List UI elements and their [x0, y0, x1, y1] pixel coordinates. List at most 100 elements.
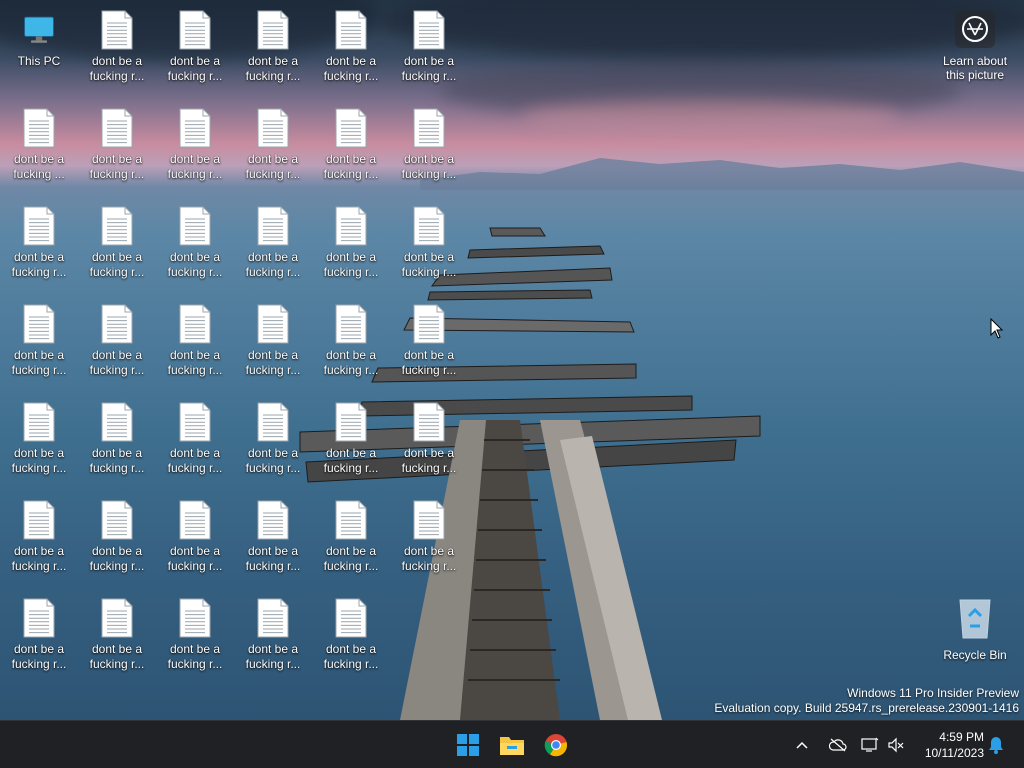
text-file-icon[interactable]: dont be a fucking r...	[392, 490, 466, 580]
text-file-icon[interactable]: dont be a fucking r...	[314, 0, 388, 90]
text-file-icon[interactable]: dont be a fucking ...	[2, 98, 76, 188]
document-icon	[413, 10, 445, 50]
text-file-icon[interactable]: dont be a fucking r...	[2, 490, 76, 580]
text-file-icon[interactable]: dont be a fucking r...	[158, 294, 232, 384]
text-file-icon[interactable]: dont be a fucking r...	[2, 196, 76, 286]
text-file-label: dont be a fucking r...	[323, 54, 379, 83]
text-file-icon[interactable]: dont be a fucking r...	[236, 98, 310, 188]
text-file-icon[interactable]: dont be a fucking r...	[392, 392, 466, 482]
document-icon	[23, 402, 55, 442]
document-icon	[257, 206, 289, 246]
text-file-label: dont be a fucking r...	[11, 544, 67, 573]
cloud-off-icon	[829, 738, 847, 752]
text-file-icon[interactable]: dont be a fucking r...	[2, 588, 76, 678]
document-icon	[335, 304, 367, 344]
document-icon	[413, 304, 445, 344]
text-file-icon[interactable]: dont be a fucking r...	[158, 392, 232, 482]
this-pc-icon[interactable]: This PC	[2, 0, 76, 90]
text-file-icon[interactable]: dont be a fucking r...	[80, 196, 154, 286]
document-icon	[179, 598, 211, 638]
text-file-icon[interactable]: dont be a fucking r...	[236, 196, 310, 286]
taskbar: 4:59 PM 10/11/2023	[0, 720, 1024, 768]
text-file-icon[interactable]: dont be a fucking r...	[80, 392, 154, 482]
chrome-button[interactable]	[540, 729, 572, 761]
bell-icon	[989, 737, 1003, 754]
text-file-label: dont be a fucking r...	[245, 642, 301, 671]
clock-time: 4:59 PM	[939, 730, 984, 744]
text-file-icon[interactable]: dont be a fucking r...	[314, 392, 388, 482]
text-file-icon[interactable]: dont be a fucking r...	[158, 98, 232, 188]
document-icon	[23, 598, 55, 638]
recycle-bin-icon	[959, 599, 991, 639]
text-file-icon[interactable]: dont be a fucking r...	[2, 294, 76, 384]
document-icon	[257, 500, 289, 540]
document-icon	[257, 10, 289, 50]
file-explorer-button[interactable]	[496, 729, 528, 761]
text-file-label: dont be a fucking r...	[89, 446, 145, 475]
text-file-icon[interactable]: dont be a fucking r...	[158, 490, 232, 580]
text-file-label: dont be a fucking r...	[89, 152, 145, 181]
text-file-label: dont be a fucking r...	[401, 54, 457, 83]
learn-about-picture-label: Learn about this picture	[942, 54, 1008, 82]
text-file-icon[interactable]: dont be a fucking r...	[80, 98, 154, 188]
document-icon	[335, 10, 367, 50]
document-icon	[335, 206, 367, 246]
text-file-icon[interactable]: dont be a fucking r...	[158, 196, 232, 286]
text-file-label: dont be a fucking r...	[11, 642, 67, 671]
start-button[interactable]	[452, 729, 484, 761]
learn-about-picture[interactable]: Learn about this picture	[940, 10, 1010, 82]
text-file-icon[interactable]: dont be a fucking r...	[80, 0, 154, 90]
text-file-icon[interactable]: dont be a fucking r...	[314, 196, 388, 286]
document-icon	[413, 108, 445, 148]
text-file-label: dont be a fucking r...	[89, 54, 145, 83]
text-file-label: dont be a fucking r...	[167, 544, 223, 573]
text-file-label: dont be a fucking r...	[245, 54, 301, 83]
text-file-icon[interactable]: dont be a fucking r...	[392, 294, 466, 384]
show-hidden-icons-button[interactable]	[790, 729, 814, 761]
document-icon	[101, 304, 133, 344]
clock[interactable]: 4:59 PM 10/11/2023	[925, 729, 984, 761]
text-file-label: dont be a fucking r...	[89, 642, 145, 671]
text-file-label: dont be a fucking r...	[167, 348, 223, 377]
text-file-icon[interactable]: dont be a fucking r...	[158, 588, 232, 678]
clock-date: 10/11/2023	[924, 746, 984, 760]
text-file-icon[interactable]: dont be a fucking r...	[392, 0, 466, 90]
text-file-icon[interactable]: dont be a fucking r...	[236, 294, 310, 384]
onedrive-button[interactable]	[826, 729, 850, 761]
text-file-icon[interactable]: dont be a fucking r...	[314, 588, 388, 678]
text-file-label: dont be a fucking r...	[323, 152, 379, 181]
recycle-bin[interactable]: Recycle Bin	[938, 596, 1012, 662]
text-file-icon[interactable]: dont be a fucking r...	[236, 392, 310, 482]
document-icon	[179, 500, 211, 540]
document-icon	[257, 108, 289, 148]
text-file-icon[interactable]: dont be a fucking r...	[236, 0, 310, 90]
text-file-icon[interactable]: dont be a fucking r...	[158, 0, 232, 90]
this-pc-label: This PC	[17, 54, 61, 68]
text-file-icon[interactable]: dont be a fucking r...	[392, 196, 466, 286]
network-button[interactable]	[858, 729, 882, 761]
text-file-label: dont be a fucking r...	[245, 152, 301, 181]
text-file-icon[interactable]: dont be a fucking r...	[314, 294, 388, 384]
document-icon	[179, 304, 211, 344]
text-file-icon[interactable]: dont be a fucking r...	[314, 490, 388, 580]
desktop: This PC dont be a fucking r... dont be a …	[0, 0, 1024, 720]
text-file-label: dont be a fucking r...	[245, 348, 301, 377]
document-icon	[257, 598, 289, 638]
text-file-label: dont be a fucking r...	[401, 446, 457, 475]
text-file-icon[interactable]: dont be a fucking r...	[80, 294, 154, 384]
text-file-icon[interactable]: dont be a fucking r...	[236, 490, 310, 580]
document-icon	[23, 206, 55, 246]
text-file-label: dont be a fucking r...	[323, 446, 379, 475]
text-file-icon[interactable]: dont be a fucking r...	[2, 392, 76, 482]
document-icon	[179, 402, 211, 442]
text-file-icon[interactable]: dont be a fucking r...	[80, 490, 154, 580]
file-explorer-icon	[500, 737, 524, 755]
text-file-icon[interactable]: dont be a fucking r...	[80, 588, 154, 678]
text-file-icon[interactable]: dont be a fucking r...	[314, 98, 388, 188]
text-file-icon[interactable]: dont be a fucking r...	[392, 98, 466, 188]
document-icon	[101, 500, 133, 540]
volume-button[interactable]	[884, 729, 908, 761]
text-file-icon[interactable]: dont be a fucking r...	[236, 588, 310, 678]
notifications-button[interactable]	[984, 729, 1008, 761]
start-icon	[457, 734, 479, 756]
